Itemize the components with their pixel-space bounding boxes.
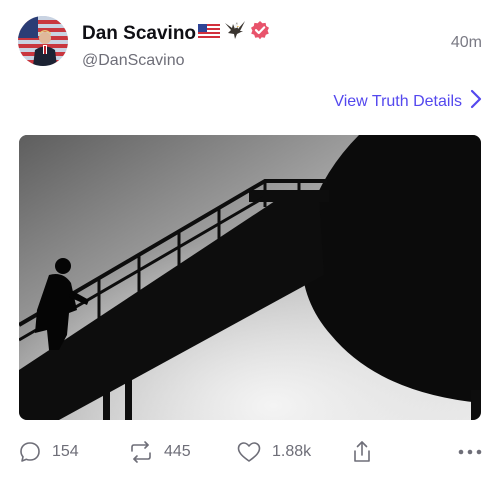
like-button[interactable]: 1.88k bbox=[236, 440, 350, 464]
post-image[interactable] bbox=[19, 135, 481, 420]
heart-icon bbox=[237, 442, 261, 462]
display-name[interactable]: Dan Scavino bbox=[82, 19, 270, 48]
retruth-icon bbox=[131, 441, 151, 463]
reply-icon bbox=[20, 442, 40, 462]
share-button[interactable] bbox=[350, 439, 390, 465]
reply-button[interactable]: 154 bbox=[18, 440, 128, 464]
chevron-right-icon bbox=[470, 89, 482, 114]
retruth-count: 445 bbox=[164, 443, 191, 460]
avatar[interactable] bbox=[18, 16, 68, 66]
share-icon bbox=[354, 441, 370, 462]
reply-count: 154 bbox=[52, 443, 79, 460]
display-name-text: Dan Scavino bbox=[82, 22, 197, 44]
view-truth-details-link[interactable]: View Truth Details bbox=[333, 89, 482, 114]
more-options-button[interactable] bbox=[458, 448, 482, 456]
post-timestamp[interactable]: 40m bbox=[451, 34, 482, 52]
like-count: 1.88k bbox=[272, 443, 312, 460]
user-handle[interactable]: @DanScavino bbox=[82, 51, 270, 71]
post-header: Dan Scavino @DanScavino 40m bbox=[18, 16, 482, 70]
view-truth-details-label: View Truth Details bbox=[333, 92, 462, 110]
verified-badge-icon bbox=[250, 20, 270, 47]
us-flag-icon bbox=[198, 22, 221, 46]
more-dots-icon bbox=[458, 449, 482, 455]
retruth-button[interactable]: 445 bbox=[128, 440, 236, 464]
eagle-icon bbox=[223, 19, 247, 48]
post-actions: 154 445 1.88k bbox=[18, 436, 482, 468]
